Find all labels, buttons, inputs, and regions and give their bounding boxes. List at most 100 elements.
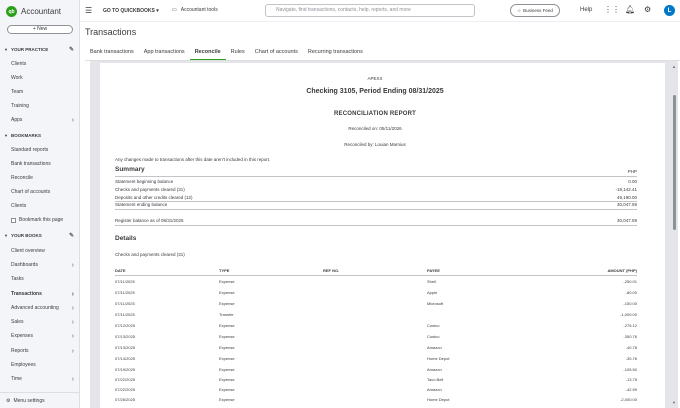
sidebar-item-team[interactable]: Team bbox=[0, 86, 80, 98]
sidebar-item-time[interactable]: Time › bbox=[0, 373, 80, 385]
tab-app-transactions[interactable]: App transactions bbox=[139, 47, 190, 61]
accountant-tools-button[interactable]: ▭ Accountant tools bbox=[172, 7, 218, 13]
reconciled-on: Reconciled on: 05/11/2026 bbox=[348, 126, 402, 131]
pencil-icon[interactable]: ✎ bbox=[69, 46, 74, 53]
chevron-right-icon: › bbox=[71, 318, 74, 326]
chevron-right-icon: › bbox=[71, 375, 74, 383]
reconciled-by: Reconciled by: Louian Marnius bbox=[344, 142, 406, 147]
scroll-up-icon[interactable]: ▲ bbox=[672, 64, 676, 69]
details-header-divider bbox=[115, 275, 637, 276]
table-row[interactable]: 07/19/2025 Expense Amazon -105.50 bbox=[115, 367, 637, 373]
table-row[interactable]: 07/22/2025 Expense Taco Bell -13.75 bbox=[115, 377, 637, 383]
sidebar: qb Accountant + New ▼ YOUR PRACTICE ✎ Cl… bbox=[0, 0, 80, 408]
summary-row: Statement beginning balance 0.00 bbox=[115, 179, 637, 184]
sidebar-item-chart-of-accounts[interactable]: Chart of accounts bbox=[0, 186, 80, 198]
chevron-right-icon: › bbox=[71, 304, 74, 312]
sidebar-section-your-books[interactable]: ▼ YOUR BOOKS ✎ bbox=[0, 230, 80, 240]
hamburger-menu-icon[interactable]: ☰ bbox=[85, 6, 92, 15]
sidebar-item-bookmark-this-page[interactable]: Bookmark this page bbox=[0, 214, 80, 226]
sidebar-item-advanced-accounting[interactable]: Advanced accounting › bbox=[0, 302, 80, 314]
chevron-right-icon: › bbox=[71, 347, 74, 355]
pencil-icon[interactable]: ✎ bbox=[69, 232, 74, 239]
currency-label: PHP bbox=[627, 169, 637, 174]
new-button[interactable]: + New bbox=[7, 25, 73, 34]
sidebar-item-standard-reports[interactable]: Standard reports bbox=[0, 144, 80, 156]
business-feed-button[interactable]: ☆ Business Feed bbox=[510, 4, 560, 17]
sidebar-item-sales[interactable]: Sales › bbox=[0, 316, 80, 328]
summary-divider bbox=[115, 176, 637, 177]
chevron-down-icon: ▼ bbox=[4, 46, 8, 52]
bookmark-checkbox[interactable] bbox=[11, 217, 16, 223]
table-row[interactable]: 07/11/2025 Expense Microsoft -150.00 bbox=[115, 301, 637, 307]
table-row[interactable]: 07/11/2025 Expense Apple -80.00 bbox=[115, 290, 637, 296]
brand[interactable]: qb Accountant bbox=[6, 6, 61, 17]
sidebar-item-client-overview[interactable]: Client overview bbox=[0, 245, 80, 257]
gear-icon[interactable]: ⚙ bbox=[644, 5, 651, 14]
sidebar-item-reports[interactable]: Reports › bbox=[0, 345, 80, 357]
tab-recurring-transactions[interactable]: Recurring transactions bbox=[303, 47, 368, 61]
tab-bar: Bank transactions App transactions Recon… bbox=[85, 47, 368, 61]
column-header-amount[interactable]: AMOUNT (PHP) bbox=[607, 268, 637, 273]
star-icon: ☆ bbox=[517, 7, 522, 13]
table-row[interactable]: 07/13/2025 Expense Amazon -40.78 bbox=[115, 345, 637, 351]
table-row[interactable]: 07/12/2025 Expense Costco -275.12 bbox=[115, 323, 637, 329]
page-title: Transactions bbox=[85, 27, 137, 37]
top-bar: ☰ GO TO QUICKBOOKS ▾ ▭ Accountant tools … bbox=[80, 0, 680, 22]
summary-row: Statement ending balance 30,047.59 bbox=[115, 202, 637, 207]
apps-grid-icon[interactable]: ⋮⋮ bbox=[604, 5, 620, 14]
report-title: Checking 3105, Period Ending 08/31/2025 bbox=[306, 88, 444, 95]
column-header-date[interactable]: DATE bbox=[115, 268, 126, 273]
avatar[interactable]: L bbox=[664, 5, 675, 16]
sidebar-item-apps[interactable]: Apps › bbox=[0, 114, 80, 126]
scroll-down-icon[interactable]: ▼ bbox=[672, 400, 676, 405]
gear-icon: ⚙ bbox=[6, 397, 11, 404]
table-row[interactable]: 07/13/2025 Expense Costco -350.76 bbox=[115, 334, 637, 340]
table-row[interactable]: 07/11/2025 Transfer -1,000.00 bbox=[115, 312, 637, 318]
table-row[interactable]: 07/14/2025 Expense Home Depot -30.76 bbox=[115, 356, 637, 362]
search-input[interactable]: Navigate, find transactions, contacts, h… bbox=[265, 4, 475, 17]
register-balance-row: Register balance as of 08/31/2025 30,047… bbox=[115, 218, 637, 223]
details-subheading: Checks and payments cleared (31) bbox=[115, 252, 185, 257]
chevron-down-icon: ▼ bbox=[4, 232, 8, 238]
chevron-down-icon: ▾ bbox=[156, 8, 159, 14]
scroll-thumb[interactable] bbox=[673, 95, 676, 230]
tab-rules[interactable]: Rules bbox=[226, 47, 250, 61]
column-header-ref-no[interactable]: REF NO. bbox=[323, 268, 339, 273]
sidebar-item-expenses[interactable]: Expenses › bbox=[0, 330, 80, 342]
help-button[interactable]: Help bbox=[580, 7, 592, 13]
sidebar-item-work[interactable]: Work bbox=[0, 72, 80, 84]
details-heading: Details bbox=[115, 235, 137, 242]
table-row[interactable]: 07/22/2025 Expense Amazon -42.59 bbox=[115, 387, 637, 393]
sidebar-item-transactions[interactable]: Transactions › bbox=[0, 288, 80, 300]
sidebar-section-bookmarks[interactable]: ▼ BOOKMARKS bbox=[0, 130, 80, 140]
sidebar-item-training[interactable]: Training bbox=[0, 100, 80, 112]
tab-reconcile[interactable]: Reconcile bbox=[189, 47, 226, 61]
sidebar-item-bookmark-clients[interactable]: Clients bbox=[0, 200, 80, 212]
briefcase-icon: ▭ bbox=[172, 7, 177, 13]
report-subtitle: RECONCILIATION REPORT bbox=[333, 111, 417, 117]
bell-icon[interactable]: 🔔︎ bbox=[625, 5, 635, 14]
table-row[interactable]: 07/11/2025 Expense Shell -250.01 bbox=[115, 279, 637, 285]
summary-row: Checks and payments cleared (31) -19,142… bbox=[115, 187, 637, 192]
sidebar-section-your-practice[interactable]: ▼ YOUR PRACTICE ✎ bbox=[0, 44, 80, 54]
tab-chart-of-accounts[interactable]: Chart of accounts bbox=[250, 47, 303, 61]
report-note: Any changes made to transactions after t… bbox=[115, 157, 271, 162]
table-row[interactable]: 07/26/2025 Expense Home Depot -2,000.00 bbox=[115, 397, 637, 403]
summary-divider bbox=[115, 209, 637, 210]
sidebar-item-bank-transactions[interactable]: Bank transactions bbox=[0, 158, 80, 170]
sidebar-item-reconcile[interactable]: Reconcile bbox=[0, 172, 80, 184]
goto-quickbooks-dropdown[interactable]: GO TO QUICKBOOKS ▾ bbox=[103, 8, 159, 14]
quickbooks-logo-icon: qb bbox=[6, 6, 17, 17]
sidebar-item-employees[interactable]: Employees bbox=[0, 359, 80, 371]
report-company: APEXX bbox=[367, 76, 383, 81]
sidebar-item-dashboards[interactable]: Dashboards › bbox=[0, 259, 80, 271]
chevron-right-icon: › bbox=[71, 290, 74, 298]
tab-bank-transactions[interactable]: Bank transactions bbox=[85, 47, 139, 61]
chevron-right-icon: › bbox=[71, 332, 74, 340]
menu-settings-button[interactable]: ⚙ Menu settings bbox=[0, 392, 80, 408]
column-header-type[interactable]: TYPE bbox=[219, 268, 229, 273]
sidebar-item-clients[interactable]: Clients bbox=[0, 58, 80, 70]
sidebar-item-tasks[interactable]: Tasks bbox=[0, 273, 80, 285]
column-header-payee[interactable]: PAYEE bbox=[427, 268, 440, 273]
chevron-down-icon: ▼ bbox=[4, 132, 8, 138]
